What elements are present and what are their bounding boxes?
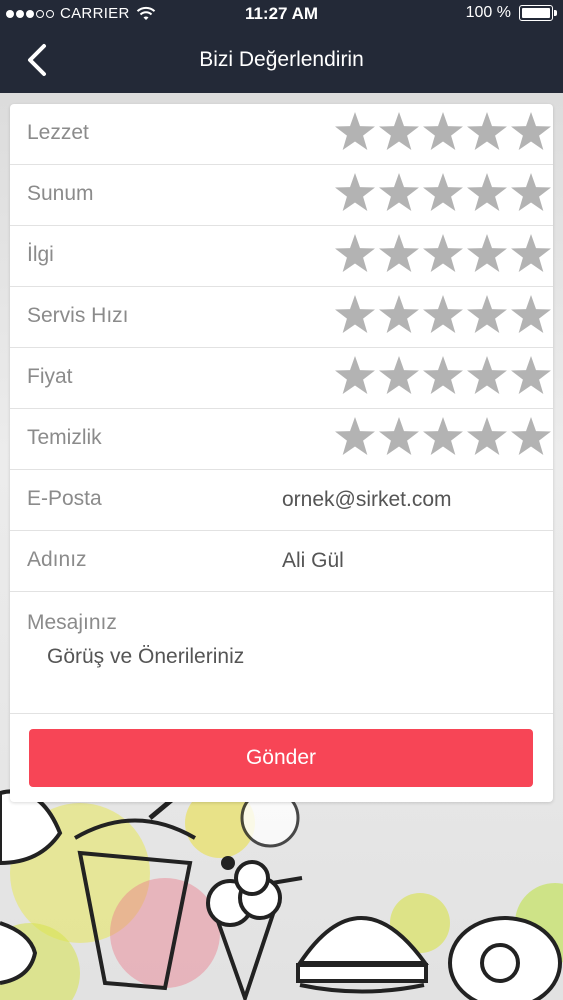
battery-icon [519,5,557,21]
star-icon[interactable] [377,415,421,459]
star-rating [333,171,553,215]
star-icon[interactable] [333,293,377,337]
star-icon[interactable] [421,171,465,215]
star-icon[interactable] [333,171,377,215]
star-icon[interactable] [421,354,465,398]
star-icon[interactable] [333,232,377,276]
star-icon[interactable] [465,415,509,459]
star-icon[interactable] [333,354,377,398]
star-rating [333,354,553,398]
submit-button[interactable]: Gönder [29,729,533,787]
star-icon[interactable] [509,415,553,459]
rating-form-card: Lezzet Sunum İlgi Servis Hızı Fiyat Temi… [10,104,553,802]
message-textarea[interactable]: Görüş ve Önerileriniz [47,645,244,669]
star-icon[interactable] [421,415,465,459]
rating-label: Sunum [27,182,94,205]
star-icon[interactable] [421,110,465,154]
star-icon[interactable] [465,110,509,154]
star-icon[interactable] [333,415,377,459]
star-icon[interactable] [465,232,509,276]
star-icon[interactable] [509,293,553,337]
star-icon[interactable] [509,110,553,154]
name-label: Adınız [27,548,87,571]
email-field[interactable]: ornek@sirket.com [282,488,452,512]
star-icon[interactable] [465,171,509,215]
page-title: Bizi Değerlendirin [199,48,364,71]
star-rating [333,293,553,337]
rating-label: Fiyat [27,365,73,388]
star-rating [333,415,553,459]
rating-row-sunum: Sunum [10,165,553,226]
star-icon[interactable] [377,110,421,154]
status-right: 100 % [465,4,557,22]
star-icon[interactable] [509,171,553,215]
star-icon[interactable] [465,354,509,398]
star-rating [333,110,553,154]
message-row: Mesajınız Görüş ve Önerileriniz [10,593,553,714]
name-row: Adınız Ali Gül [10,531,553,592]
rating-label: Temizlik [27,426,102,449]
rating-row-lezzet: Lezzet [10,104,553,165]
rating-row-fiyat: Fiyat [10,348,553,409]
rating-row-ilgi: İlgi [10,226,553,287]
navigation-bar: Bizi Değerlendirin [0,28,563,93]
status-bar: CARRIER 11:27 AM 100 % [0,0,563,28]
rating-label: İlgi [27,243,54,266]
star-icon[interactable] [377,354,421,398]
email-label: E-Posta [27,487,102,510]
rating-label: Lezzet [27,121,89,144]
message-label: Mesajınız [27,611,117,634]
star-rating [333,232,553,276]
battery-percent: 100 % [465,4,511,21]
name-field[interactable]: Ali Gül [282,549,344,573]
star-icon[interactable] [509,232,553,276]
star-icon[interactable] [333,110,377,154]
rating-row-servis-hizi: Servis Hızı [10,287,553,348]
star-icon[interactable] [421,293,465,337]
star-icon[interactable] [421,232,465,276]
star-icon[interactable] [465,293,509,337]
submit-button-label: Gönder [245,746,317,769]
star-icon[interactable] [377,293,421,337]
rating-row-temizlik: Temizlik [10,409,553,470]
star-icon[interactable] [377,232,421,276]
email-row: E-Posta ornek@sirket.com [10,470,553,531]
star-icon[interactable] [509,354,553,398]
rating-label: Servis Hızı [27,304,129,327]
star-icon[interactable] [377,171,421,215]
